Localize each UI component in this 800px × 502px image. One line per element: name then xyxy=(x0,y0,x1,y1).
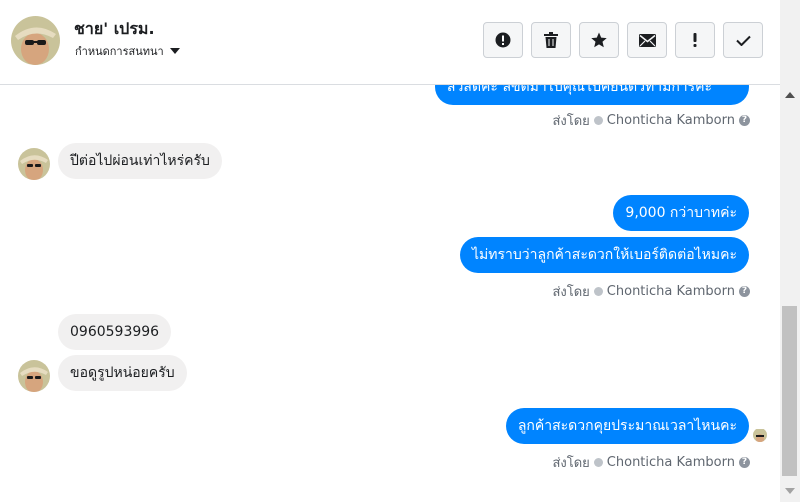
agent-name[interactable]: Chonticha Kamborn xyxy=(607,113,735,128)
mark-unread-button[interactable] xyxy=(627,22,667,58)
seen-avatar xyxy=(753,428,767,442)
check-icon xyxy=(735,35,751,46)
exclamation-icon xyxy=(693,33,697,47)
conversation-header: ชาย' เปรม. กำหนดการสนทนา xyxy=(0,0,780,85)
mark-done-button[interactable] xyxy=(723,22,763,58)
sent-check-icon xyxy=(593,116,603,125)
sent-by-info: ส่งโดย Chonticha Kamborn ? xyxy=(552,281,750,302)
sent-check-icon xyxy=(593,458,603,467)
sent-check-icon xyxy=(593,287,603,296)
outgoing-message[interactable]: 9,000 กว่าบาทค่ะ xyxy=(613,195,749,231)
sent-by-info: ส่งโดย Chonticha Kamborn ? xyxy=(552,110,750,131)
star-button[interactable] xyxy=(579,22,619,58)
contact-avatar[interactable] xyxy=(11,16,60,65)
caret-down-icon xyxy=(169,48,180,54)
agent-name[interactable]: Chonticha Kamborn xyxy=(607,455,735,470)
outgoing-message[interactable]: ไม่ทราบว่าลูกค้าสะดวกให้เบอร์ติดต่อไหมคะ xyxy=(460,237,749,273)
outgoing-message[interactable]: สวัสดีค่ะ ลิขตัมาไปคุณไปคยนติวท่ามการค่ะ xyxy=(435,85,749,105)
contact-name[interactable]: ชาย' เปรม. xyxy=(74,17,155,42)
alert-circle-icon xyxy=(495,32,511,48)
incoming-message[interactable]: 0960593996 xyxy=(58,314,172,350)
message-thread[interactable]: สวัสดีค่ะ ลิขตัมาไปคุณไปคยนติวท่ามการค่ะ… xyxy=(0,85,780,502)
conversation-label: กำหนดการสนทนา xyxy=(75,45,164,58)
help-icon[interactable]: ? xyxy=(739,115,750,126)
trash-icon xyxy=(544,32,558,48)
scrollbar-thumb[interactable] xyxy=(782,306,797,476)
help-icon[interactable]: ? xyxy=(739,286,750,297)
sent-by-info: ส่งโดย Chonticha Kamborn ? xyxy=(552,452,750,473)
vertical-scrollbar[interactable] xyxy=(780,0,800,502)
star-icon xyxy=(591,32,607,48)
conversation-label-dropdown[interactable]: กำหนดการสนทนา xyxy=(75,42,180,60)
report-button[interactable] xyxy=(483,22,523,58)
outgoing-message[interactable]: ลูกค้าสะดวกคุยประมาณเวลาไหนคะ xyxy=(505,408,749,444)
contact-avatar-small[interactable] xyxy=(18,148,50,180)
agent-name[interactable]: Chonticha Kamborn xyxy=(607,284,735,299)
scroll-up-arrow-icon[interactable] xyxy=(785,92,795,98)
sent-by-label: ส่งโดย xyxy=(552,114,590,129)
incoming-message[interactable]: ปีต่อไปผ่อนเท่าไหร่ครับ xyxy=(58,143,222,179)
mark-important-button[interactable] xyxy=(675,22,715,58)
incoming-message[interactable]: ขอดูรูปหน่อยครับ xyxy=(58,355,187,391)
delete-button[interactable] xyxy=(531,22,571,58)
envelope-icon xyxy=(638,33,656,47)
sent-by-label: ส่งโดย xyxy=(552,285,590,300)
help-icon[interactable]: ? xyxy=(739,457,750,468)
sent-by-label: ส่งโดย xyxy=(552,456,590,471)
scroll-down-arrow-icon[interactable] xyxy=(785,488,795,494)
contact-avatar-small[interactable] xyxy=(18,360,50,392)
